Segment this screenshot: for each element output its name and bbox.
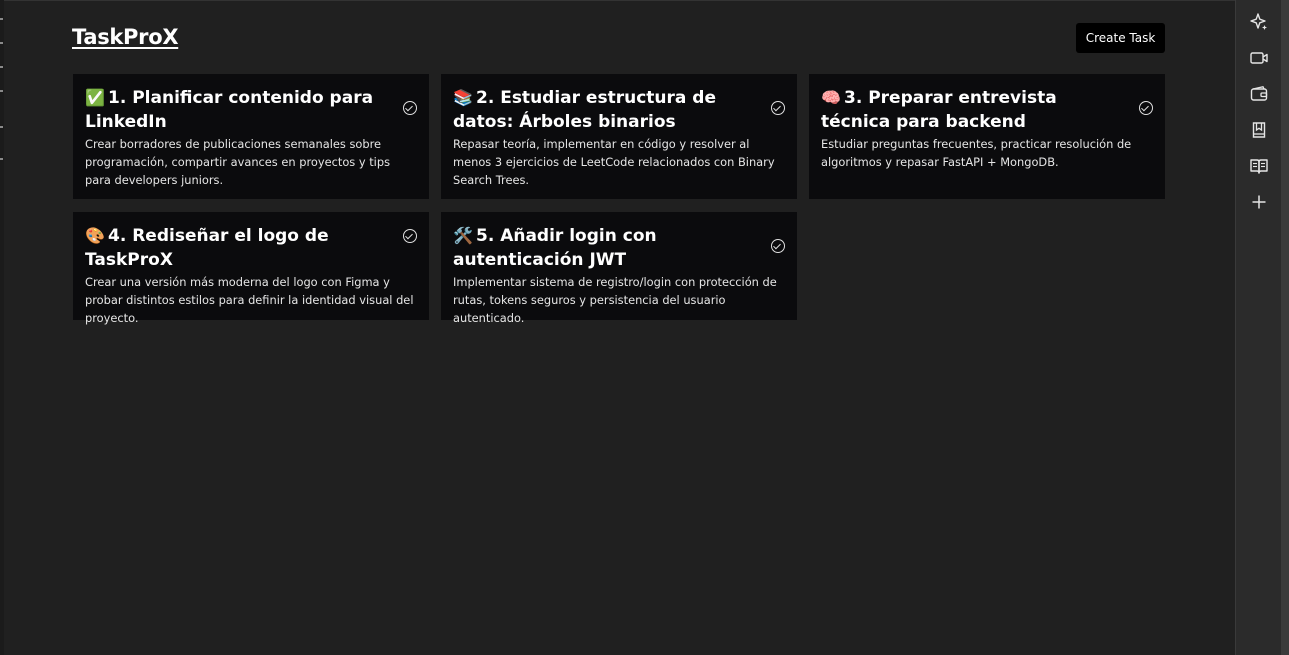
edge-mark: [0, 90, 3, 92]
task-title: 🎨 4. Rediseñar el logo de TaskProX: [85, 224, 417, 272]
task-title: 🛠️ 5. Añadir login con autenticación JWT: [453, 224, 785, 272]
tools-emoji-icon: 🛠️: [453, 226, 473, 245]
video-icon[interactable]: [1248, 47, 1270, 69]
task-card-1[interactable]: ✅ 1. Planificar contenido para LinkedIn C…: [73, 74, 429, 199]
complete-task-icon[interactable]: [403, 229, 417, 243]
task-title-text: 5. Añadir login con autenticación JWT: [453, 226, 657, 270]
edge-mark: [0, 126, 3, 128]
task-card-4[interactable]: 🎨 4. Rediseñar el logo de TaskProX Crear …: [73, 212, 429, 325]
edge-mark: [0, 158, 3, 160]
task-title-text: 1. Planificar contenido para LinkedIn: [85, 88, 374, 132]
task-card-5[interactable]: 🛠️ 5. Añadir login con autenticación JWT …: [441, 212, 797, 325]
plus-icon[interactable]: [1248, 191, 1270, 213]
task-description: Crear borradores de publicaciones semana…: [85, 137, 390, 187]
task-title: ✅ 1. Planificar contenido para LinkedIn: [85, 86, 417, 134]
app-title[interactable]: TaskProX: [72, 25, 179, 49]
sparkle-icon[interactable]: [1248, 11, 1270, 33]
task-title-text: 4. Rediseñar el logo de TaskProX: [85, 226, 329, 270]
main-content: TaskProX Create Task ✅ 1. Planificar cont…: [4, 0, 1235, 655]
edge-mark: [0, 42, 3, 44]
task-card-3[interactable]: 🧠 3. Preparar entrevista técnica para bac…: [809, 74, 1165, 199]
book-icon[interactable]: [1248, 155, 1270, 177]
complete-task-icon[interactable]: [403, 101, 417, 115]
task-title-text: 3. Preparar entrevista técnica para back…: [821, 88, 1057, 132]
edge-mark: [0, 66, 3, 68]
page: TaskProX Create Task ✅ 1. Planificar cont…: [0, 0, 1289, 655]
task-title: 🧠 3. Preparar entrevista técnica para bac…: [821, 86, 1153, 134]
bookmark-icon[interactable]: [1248, 119, 1270, 141]
complete-task-icon[interactable]: [1139, 101, 1153, 115]
complete-task-icon[interactable]: [771, 239, 785, 253]
right-sidebar: [1235, 0, 1281, 655]
task-description: Implementar sistema de registro/login co…: [453, 275, 777, 325]
brain-emoji-icon: 🧠: [821, 88, 841, 107]
wallet-icon[interactable]: [1248, 83, 1270, 105]
edge-mark: [0, 18, 3, 20]
task-title-text: 2. Estudiar estructura de datos: Árboles…: [453, 88, 716, 132]
books-emoji-icon: 📚: [453, 88, 473, 107]
task-description: Crear una versión más moderna del logo c…: [85, 275, 414, 325]
task-description: Estudiar preguntas frecuentes, practicar…: [821, 137, 1132, 169]
check-mark-emoji-icon: ✅: [85, 88, 105, 107]
task-description: Repasar teoría, implementar en código y …: [453, 137, 775, 187]
scrollbar[interactable]: [1281, 0, 1289, 655]
complete-task-icon[interactable]: [771, 101, 785, 115]
task-card-2[interactable]: 📚 2. Estudiar estructura de datos: Árbole…: [441, 74, 797, 199]
palette-emoji-icon: 🎨: [85, 226, 105, 245]
create-task-button[interactable]: Create Task: [1076, 23, 1165, 53]
task-title: 📚 2. Estudiar estructura de datos: Árbole…: [453, 86, 785, 134]
